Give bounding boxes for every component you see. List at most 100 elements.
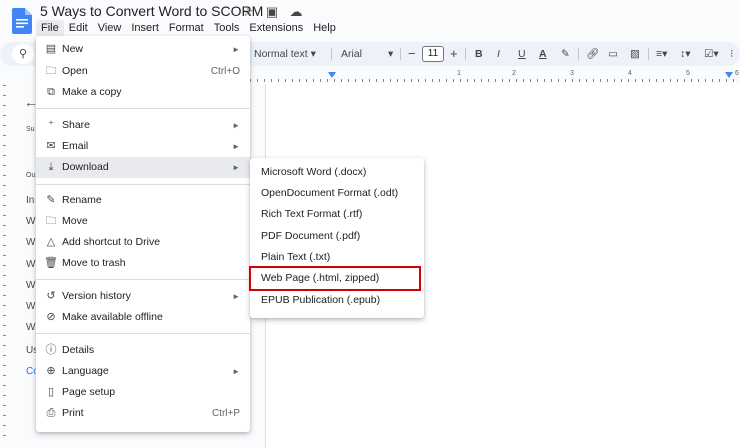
menu-item-move[interactable]: 🗀︎ Move [36,211,250,232]
new-doc-icon: ▤ [45,43,57,55]
ruler-tick [250,79,251,82]
outline-item[interactable]: W [26,237,35,248]
ruler-tick [495,79,496,82]
ruler-tick [663,79,664,82]
line-spacing-icon[interactable]: ↕▾ [680,42,691,66]
download-txt-item[interactable]: Plain Text (.txt) [250,247,424,268]
increase-font-size-button[interactable]: + [450,42,458,66]
menu-view[interactable]: View [93,20,127,36]
ruler-tick [285,79,286,82]
menu-divider [36,279,250,280]
menu-item-open[interactable]: 🗀︎ Open Ctrl+O [36,61,250,82]
ruler-tick [3,315,6,316]
ruler-tick [558,79,559,82]
menu-item-make-available-offline[interactable]: ⊘ Make available offline [36,307,250,328]
ruler-tick [3,355,6,356]
menu-item-version-history[interactable]: ↺ Version history ► [36,286,250,307]
italic-button[interactable]: I [497,42,500,66]
outline-item[interactable]: W [26,301,35,312]
menu-format[interactable]: Format [164,20,209,36]
move-to-folder-icon[interactable]: ▣ [264,4,280,20]
menu-item-add-shortcut[interactable]: △ Add shortcut to Drive [36,232,250,253]
insert-image-icon[interactable]: ▨ [630,42,640,66]
font-select[interactable]: Arial [341,42,362,66]
menu-item-page-setup[interactable]: ▯ Page setup [36,382,250,403]
outline-item[interactable]: W [26,280,35,291]
ruler-tick [642,79,643,82]
docs-logo-icon[interactable] [12,8,32,34]
menu-help[interactable]: Help [308,20,341,36]
right-indent-marker-icon[interactable] [725,72,733,78]
download-pdf-item[interactable]: PDF Document (.pdf) [250,226,424,247]
add-comment-icon[interactable]: ▭ [608,42,618,66]
horizontal-ruler[interactable]: 1 2 3 4 5 6 [250,70,740,84]
download-rtf-item[interactable]: Rich Text Format (.rtf) [250,204,424,225]
menu-item-move-to-trash[interactable]: 🗑︎ Move to trash [36,253,250,274]
ruler-tick [313,79,314,82]
ruler-tick [656,79,657,82]
download-odt-item[interactable]: OpenDocument Format (.odt) [250,183,424,204]
ruler-tick [474,79,475,82]
menu-divider [36,333,250,334]
cloud-status-icon[interactable]: ☁ [288,4,304,20]
menu-insert[interactable]: Insert [126,20,164,36]
outline-item[interactable]: W [26,259,35,270]
menu-edit[interactable]: Edit [64,20,93,36]
ruler-tick [3,275,6,276]
menu-item-download[interactable]: ⤓ Download ► [36,157,250,178]
ruler-tick [481,79,482,82]
ruler-tick [3,255,6,256]
text-color-button[interactable]: A [539,42,547,66]
email-icon: ✉ [46,140,56,152]
outline-item[interactable]: In [26,195,34,206]
left-indent-marker-icon[interactable] [328,72,336,78]
font-select-arrow-icon[interactable]: ▾ [388,42,393,66]
font-size-input[interactable]: 11 [422,46,444,62]
document-title[interactable]: 5 Ways to Convert Word to SCORM [40,3,263,19]
ruler-tick [418,79,419,82]
decrease-font-size-button[interactable]: − [408,42,416,66]
star-icon[interactable]: ☆ [240,4,256,20]
menu-tools[interactable]: Tools [209,20,245,36]
bullet-list-icon[interactable]: ⁝ [730,42,733,66]
ruler-tick [586,79,587,82]
download-epub-item[interactable]: EPUB Publication (.epub) [250,290,424,311]
page-setup-icon: ▯ [47,386,55,398]
ruler-tick [3,135,6,136]
menu-item-share[interactable]: ⁺ Share ► [36,115,250,136]
insert-link-icon[interactable]: 🔗︎ [586,42,599,66]
menu-divider [36,184,250,185]
ruler-tick [691,79,692,82]
menu-item-email[interactable]: ✉ Email ► [36,136,250,157]
align-icon[interactable]: ≡▾ [656,42,667,66]
ruler-number: 3 [570,70,574,77]
menu-item-details[interactable]: ⓘ Details [36,340,250,361]
menu-item-new[interactable]: ▤ New ► [36,39,250,60]
search-menus-icon[interactable]: ⚲ [12,44,34,64]
bold-button[interactable]: B [475,42,483,66]
checklist-icon[interactable]: ☑▾ [704,42,719,66]
ruler-tick [264,79,265,82]
outline-item[interactable]: W [26,216,35,227]
ruler-tick [397,79,398,82]
menu-item-rename[interactable]: ✎ Rename [36,190,250,211]
outline-item[interactable]: W [26,322,35,333]
menu-extensions[interactable]: Extensions [244,20,308,36]
download-docx-item[interactable]: Microsoft Word (.docx) [250,162,424,183]
ruler-tick [551,79,552,82]
menu-item-language[interactable]: ⊕ Language ► [36,361,250,382]
outline-label: Su [26,126,35,133]
rename-pencil-icon: ✎ [46,194,56,206]
style-select[interactable]: Normal text ▾ [254,42,316,66]
chevron-right-icon: ► [232,121,240,130]
menu-file[interactable]: File [36,20,64,36]
ruler-tick [712,79,713,82]
history-icon: ↺ [46,290,56,302]
ruler-tick [733,79,734,82]
ruler-tick [3,265,6,266]
underline-button[interactable]: U [518,42,526,66]
menu-item-make-a-copy[interactable]: ⧉ Make a copy [36,82,250,103]
highlight-pen-icon[interactable]: ✎ [561,42,570,66]
menu-item-print[interactable]: ⎙ Print Ctrl+P [36,403,250,424]
ruler-tick [355,79,356,82]
